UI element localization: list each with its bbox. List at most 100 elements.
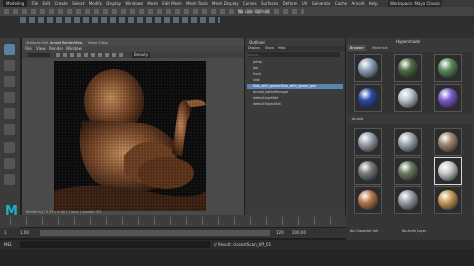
menu-cache[interactable]: Cache <box>335 0 347 7</box>
material-swatch[interactable] <box>394 157 422 185</box>
range-end-field[interactable]: 120 <box>276 230 284 235</box>
beauty-select[interactable]: Beauty <box>132 52 151 58</box>
material-swatch[interactable] <box>394 54 422 82</box>
menu-select[interactable]: Select <box>72 0 84 7</box>
material-ball-icon <box>438 190 458 210</box>
menu-display[interactable]: Display <box>106 0 121 7</box>
time-slider[interactable] <box>0 215 346 227</box>
material-swatch[interactable] <box>434 128 462 156</box>
section-arnold[interactable]: Arnold <box>352 117 363 122</box>
material-ball-icon <box>358 132 378 152</box>
material-ball-icon <box>398 58 418 78</box>
paint-tool-icon[interactable] <box>4 76 15 87</box>
menu-deform[interactable]: Deform <box>283 0 298 7</box>
material-ball-icon <box>398 132 418 152</box>
no-live-surface[interactable]: No Live Surface <box>238 9 269 14</box>
outliner-menu-show[interactable]: Show <box>265 46 274 51</box>
material-ball-icon <box>358 161 378 181</box>
character-set-row: No Character Set No Anim Layer <box>346 215 474 240</box>
render-toolbar: Beauty <box>22 52 244 58</box>
outliner-menu-help[interactable]: Help <box>278 46 286 51</box>
outliner-item-persp[interactable]: persp <box>253 60 262 65</box>
range-slider: 1 1.00 120 200.00 <box>0 228 346 238</box>
move-tool-icon[interactable] <box>4 92 15 103</box>
menu-edit[interactable]: Edit <box>42 0 50 7</box>
toolbox: M <box>0 38 20 238</box>
shelf-icons[interactable] <box>20 17 220 23</box>
workspace-label[interactable]: Workspace: Maya Classic <box>388 0 443 7</box>
help-line <box>0 249 474 266</box>
outliner-item-lightset[interactable]: defaultLightSet <box>253 96 278 101</box>
render-buttons[interactable] <box>56 53 126 57</box>
menu-modify[interactable]: Modify <box>89 0 102 7</box>
no-anim-layer[interactable]: No Anim Layer <box>402 229 426 234</box>
material-ball-icon <box>358 58 378 78</box>
rendered-image <box>54 61 206 211</box>
goose-statue-render <box>54 61 206 211</box>
material-swatch[interactable] <box>394 84 422 112</box>
menu-curves[interactable]: Curves <box>243 0 257 7</box>
shelf-area <box>0 24 474 38</box>
material-swatch[interactable] <box>354 157 382 185</box>
outliner-search-input[interactable] <box>248 52 340 57</box>
outliner-item-side[interactable]: side <box>253 78 260 83</box>
menu-arnold[interactable]: Arnold <box>351 0 364 7</box>
menu-mesh-tools[interactable]: Mesh Tools <box>186 0 208 7</box>
menu-windows[interactable]: Windows <box>125 0 143 7</box>
material-swatch[interactable] <box>434 157 462 185</box>
material-ball-icon <box>438 58 458 78</box>
range-start-field[interactable]: 1 <box>4 230 7 235</box>
time-ticks <box>10 217 340 225</box>
hypershade-title: Hypershade <box>396 39 421 44</box>
scale-tool-icon[interactable] <box>4 124 15 135</box>
camera-select[interactable] <box>28 53 50 57</box>
outliner-item-top[interactable]: top <box>253 66 258 71</box>
command-line: MEL // Result: closestScan_tiff_01 <box>0 240 474 249</box>
material-ball-icon <box>438 161 458 181</box>
outliner-item-front[interactable]: front <box>253 72 261 77</box>
material-ball-icon <box>438 88 458 108</box>
layout-four-icon[interactable] <box>4 158 15 169</box>
range-end-value[interactable]: 200.00 <box>292 230 306 235</box>
lasso-tool-icon[interactable] <box>4 60 15 71</box>
command-input[interactable] <box>20 241 210 248</box>
command-result: // Result: closestScan_tiff_01 <box>214 242 272 247</box>
material-swatch[interactable] <box>354 84 382 112</box>
layout-outliner-icon[interactable] <box>4 174 15 185</box>
menu-surfaces[interactable]: Surfaces <box>261 0 278 7</box>
material-swatch[interactable] <box>354 186 382 214</box>
material-swatch[interactable] <box>434 54 462 82</box>
material-ball-icon <box>358 88 378 108</box>
status-line: No Live Surface <box>0 7 474 16</box>
material-swatch[interactable] <box>434 186 462 214</box>
material-swatch[interactable] <box>354 54 382 82</box>
material-swatch[interactable] <box>434 84 462 112</box>
range-bar[interactable] <box>40 230 270 236</box>
outliner-item-objectset[interactable]: defaultObjectSet <box>253 102 281 107</box>
material-swatch[interactable] <box>394 186 422 214</box>
mel-label[interactable]: MEL <box>4 242 12 247</box>
menu-generate[interactable]: Generate <box>312 0 331 7</box>
tab-browser[interactable]: Browser <box>348 45 366 51</box>
menu-uv[interactable]: UV <box>302 0 308 7</box>
tab-materials[interactable]: Materials <box>370 45 390 51</box>
menu-edit-mesh[interactable]: Edit Mesh <box>162 0 182 7</box>
workspace-select[interactable]: Modeling <box>3 0 28 7</box>
range-start-value[interactable]: 1.00 <box>20 230 29 235</box>
outliner-menu-display[interactable]: Display <box>248 46 260 51</box>
menu-mesh-display[interactable]: Mesh Display <box>212 0 239 7</box>
outliner-item-lights[interactable]: Arnold_lightsManager <box>253 90 289 95</box>
material-ball-icon <box>398 88 418 108</box>
menu-mesh[interactable]: Mesh <box>147 0 158 7</box>
menu-help[interactable]: Help <box>369 0 378 7</box>
material-swatch[interactable] <box>354 128 382 156</box>
menu-create[interactable]: Create <box>55 0 68 7</box>
no-character-set[interactable]: No Character Set <box>350 229 378 234</box>
material-swatch[interactable] <box>394 128 422 156</box>
rotate-tool-icon[interactable] <box>4 108 15 119</box>
menu-file[interactable]: File <box>31 0 38 7</box>
shelf <box>0 16 474 24</box>
layout-single-icon[interactable] <box>4 142 15 153</box>
outliner-item-geo[interactable]: Kids_with_goose:Kids_with_goose_geo <box>247 84 343 89</box>
select-tool-icon[interactable] <box>4 44 15 55</box>
